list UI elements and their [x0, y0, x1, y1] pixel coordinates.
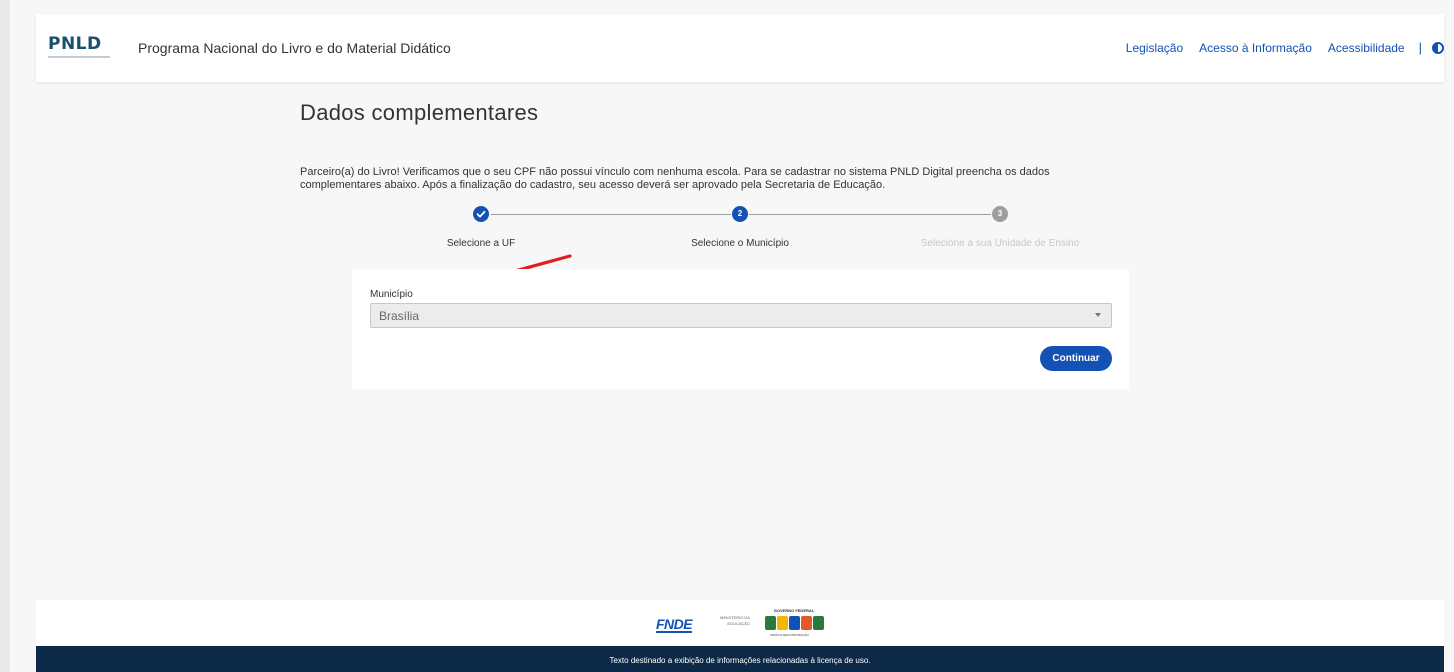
chevron-down-icon	[1095, 313, 1101, 317]
step-2-circle: 2	[732, 206, 748, 222]
continue-button[interactable]: Continuar	[1040, 346, 1112, 371]
intro-text: Parceiro(a) do Livro! Verificamos que o …	[300, 166, 1050, 191]
gov-label: GOVERNO FEDERAL	[773, 608, 815, 613]
municipio-label: Município	[370, 289, 413, 300]
step-connector	[491, 214, 731, 215]
license-text: Texto destinado a exibição de informaçõe…	[609, 656, 871, 665]
ministry-logo: MINISTÉRIO DA EDUCAÇÃO	[719, 615, 750, 626]
brasil-wordmark	[762, 616, 826, 630]
logo-text: PNLD	[48, 34, 102, 54]
gov-brasil-logo: GOVERNO FEDERAL UNIÃO E RECONSTRUÇÃO	[762, 608, 826, 640]
link-legislacao[interactable]: Legislação	[1126, 41, 1183, 55]
stepper: 2 3 Selecione a UF Selecione o Município…	[380, 206, 1140, 252]
pnld-logo[interactable]: PNLD	[48, 36, 112, 62]
logo-subtext-line	[48, 56, 110, 58]
form-card: Município Brasília Continuar	[352, 269, 1129, 389]
gov-slogan: UNIÃO E RECONSTRUÇÃO	[770, 633, 809, 637]
top-links: Legislação Acesso à Informação Acessibil…	[1110, 40, 1444, 55]
footer-logos: FNDE MINISTÉRIO DA EDUCAÇÃO GOVERNO FEDE…	[36, 600, 1444, 646]
page-title: Dados complementares	[300, 100, 539, 125]
step-2-label: Selecione o Município	[691, 238, 789, 249]
license-footer: Texto destinado a exibição de informaçõe…	[36, 646, 1444, 672]
step-1-check-icon	[473, 206, 489, 222]
fnde-logo: FNDE	[656, 616, 693, 633]
step-3-circle: 3	[992, 206, 1008, 222]
step-connector	[749, 214, 991, 215]
top-header: PNLD Programa Nacional do Livro e do Mat…	[36, 14, 1444, 82]
contrast-icon[interactable]	[1432, 41, 1444, 54]
header-title: Programa Nacional do Livro e do Material…	[138, 40, 451, 56]
select-value: Brasília	[379, 308, 420, 323]
separator: |	[1418, 40, 1422, 55]
municipio-select[interactable]: Brasília	[370, 303, 1112, 328]
link-acessibilidade[interactable]: Acessibilidade	[1328, 41, 1405, 55]
step-3-label: Selecione a sua Unidade de Ensino	[920, 238, 1080, 249]
link-acesso-informacao[interactable]: Acesso à Informação	[1199, 41, 1312, 55]
